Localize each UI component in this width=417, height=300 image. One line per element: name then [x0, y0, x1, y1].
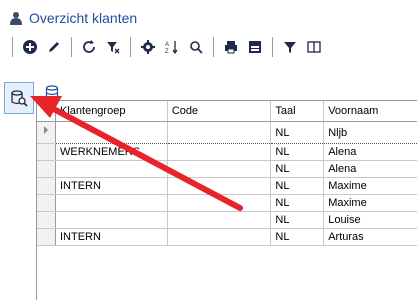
filter-icon [284, 42, 296, 53]
cell-taal[interactable]: NL [270, 228, 325, 246]
cell-code[interactable] [167, 143, 272, 161]
row-indicator[interactable] [37, 143, 56, 161]
cell-voornaam[interactable]: Maxime [323, 177, 417, 195]
cell-code[interactable] [167, 211, 272, 229]
column-header-taal[interactable]: Taal [270, 101, 325, 122]
refresh-icon [83, 40, 95, 53]
cell-code[interactable] [167, 194, 272, 212]
edit-icon [49, 42, 59, 52]
cell-taal[interactable]: NL [270, 143, 325, 161]
toolbar-separator [272, 37, 273, 57]
sort-icon: A Z [165, 41, 178, 55]
print-button[interactable] [220, 36, 242, 58]
table-row[interactable]: NL Maxime [37, 194, 417, 212]
add-button[interactable] [19, 36, 41, 58]
toolbar-separator [12, 37, 13, 57]
refresh-button[interactable] [78, 36, 100, 58]
filter-button[interactable] [279, 36, 301, 58]
cell-code[interactable] [167, 177, 272, 195]
cell-voornaam[interactable]: Alena [323, 160, 417, 178]
export-button[interactable] [244, 36, 266, 58]
row-indicator[interactable] [37, 121, 56, 144]
cell-klantengroep[interactable]: INTERN [55, 228, 168, 246]
cell-klantengroep[interactable] [55, 211, 168, 229]
toolbar-separator [71, 37, 72, 57]
clear-filter-icon [107, 42, 120, 54]
table-row[interactable]: NL Louise [37, 211, 417, 229]
print-icon [225, 41, 237, 54]
sort-button[interactable]: A Z [161, 36, 183, 58]
database-search-button[interactable] [4, 82, 34, 114]
export-icon [249, 41, 261, 53]
toolbar-separator [130, 37, 131, 57]
column-header-klantengroep[interactable]: Klantengroep [55, 101, 168, 122]
cell-klantengroep[interactable]: WERKNEMERS [55, 143, 168, 161]
cell-taal[interactable]: NL [270, 121, 325, 144]
table-row[interactable]: WERKNEMERS NL Alena [37, 143, 417, 161]
cell-voornaam[interactable]: Arturas [323, 228, 417, 246]
row-indicator[interactable] [37, 160, 56, 178]
row-indicator[interactable] [37, 177, 56, 195]
svg-text:Z: Z [165, 49, 169, 55]
add-icon [23, 40, 37, 54]
columns-button[interactable] [303, 36, 325, 58]
toolbar-separator [213, 37, 214, 57]
cell-code[interactable] [167, 121, 272, 144]
cell-voornaam[interactable]: Alena [323, 143, 417, 161]
table-row[interactable]: NL Nljb [37, 121, 417, 144]
search-button[interactable] [185, 36, 207, 58]
current-row-arrow-icon [44, 126, 48, 134]
table-row[interactable]: INTERN NL Maxime [37, 177, 417, 195]
row-indicator[interactable] [37, 211, 56, 229]
cell-code[interactable] [167, 228, 272, 246]
cell-voornaam[interactable]: Nljb [323, 121, 417, 144]
edit-button[interactable] [43, 36, 65, 58]
cell-klantengroep[interactable] [55, 160, 168, 178]
settings-button[interactable] [137, 36, 159, 58]
cell-klantengroep[interactable] [55, 194, 168, 212]
toolbar: A Z [12, 34, 327, 60]
settings-icon [141, 40, 155, 54]
customers-grid: Klantengroep Code Taal Voornaam NL Nljb … [36, 100, 417, 300]
page-title: Overzicht klanten [29, 10, 138, 26]
column-header-voornaam[interactable]: Voornaam [323, 101, 417, 122]
customers-icon [8, 10, 24, 26]
cell-voornaam[interactable]: Louise [323, 211, 417, 229]
columns-icon [307, 41, 321, 53]
database-icon [45, 85, 59, 101]
row-indicator-header [37, 101, 56, 122]
cell-taal[interactable]: NL [270, 211, 325, 229]
table-row[interactable]: NL Alena [37, 160, 417, 178]
column-header-code[interactable]: Code [167, 101, 272, 122]
search-icon [190, 41, 203, 54]
cell-taal[interactable]: NL [270, 160, 325, 178]
cell-voornaam[interactable]: Maxime [323, 194, 417, 212]
window-title-bar: Overzicht klanten [8, 8, 137, 28]
grid-header-row: Klantengroep Code Taal Voornaam [37, 101, 417, 122]
cell-taal[interactable]: NL [270, 177, 325, 195]
row-indicator[interactable] [37, 194, 56, 212]
cell-taal[interactable]: NL [270, 194, 325, 212]
cell-klantengroep[interactable] [55, 121, 168, 144]
row-indicator[interactable] [37, 228, 56, 246]
clear-filter-button[interactable] [102, 36, 124, 58]
svg-text:A: A [165, 42, 169, 48]
table-row[interactable]: INTERN NL Arturas [37, 228, 417, 246]
cell-code[interactable] [167, 160, 272, 178]
cell-klantengroep[interactable]: INTERN [55, 177, 168, 195]
database-search-icon [11, 90, 28, 107]
